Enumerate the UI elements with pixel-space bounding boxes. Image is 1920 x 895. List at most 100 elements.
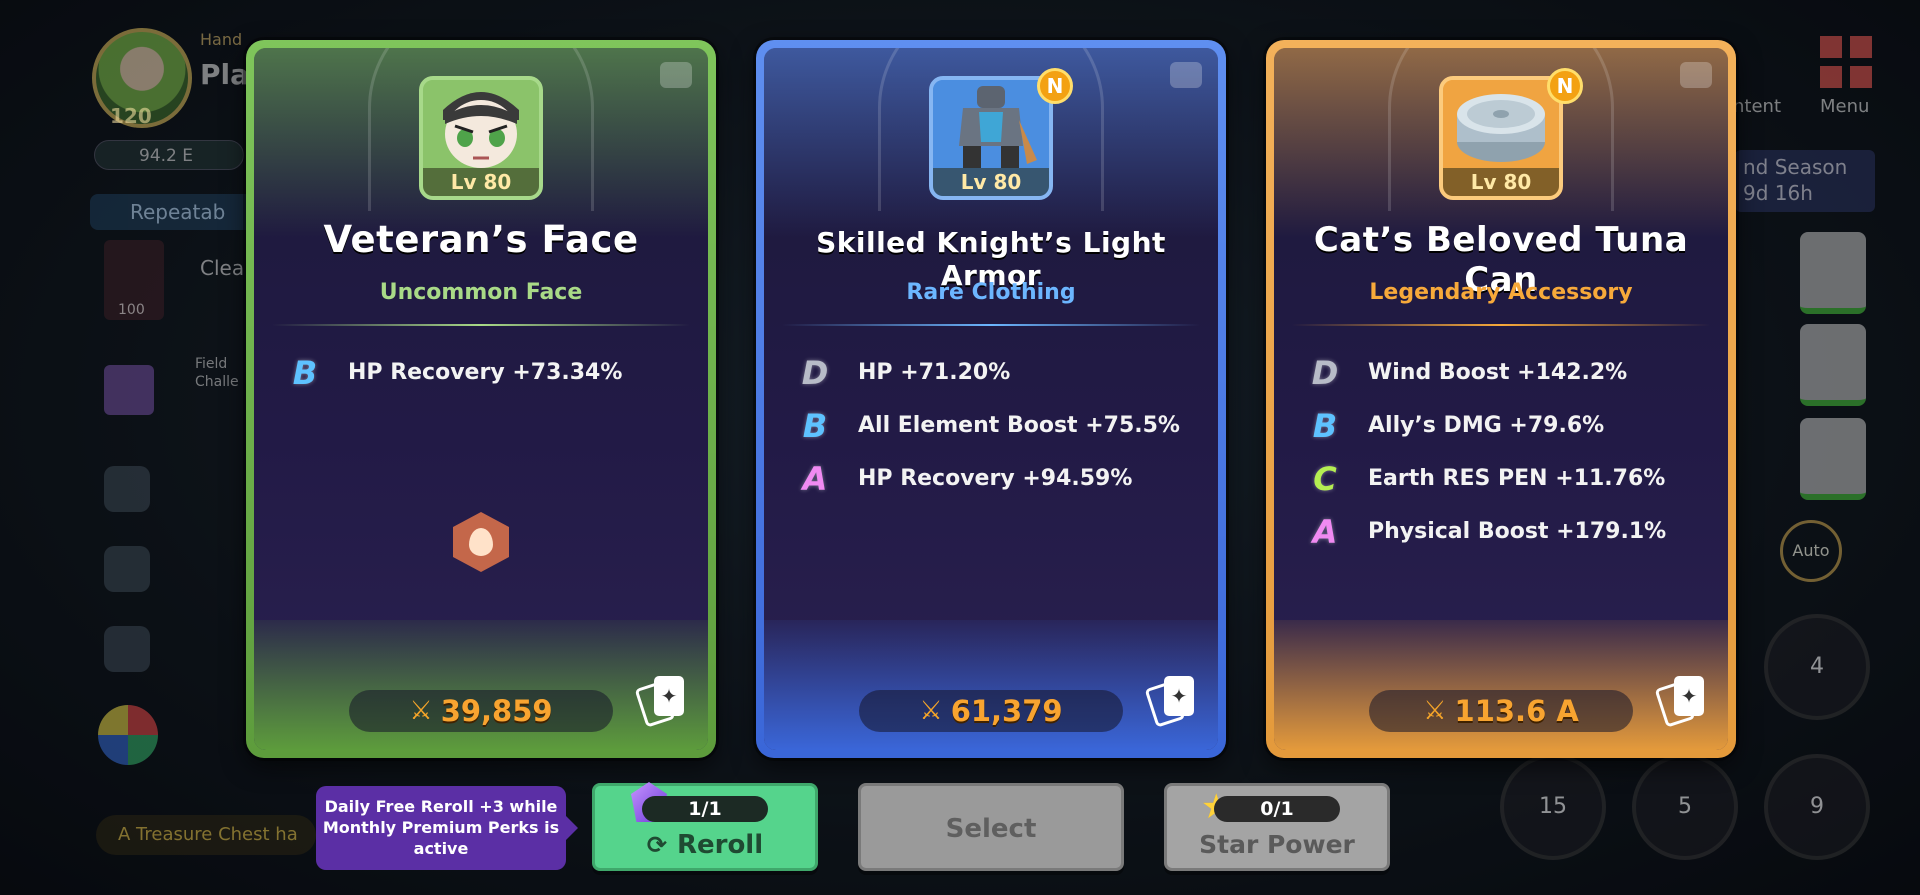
- field-challenge-text: Field Challe: [195, 355, 239, 391]
- combat-power-value: 39,859: [440, 694, 553, 728]
- equipment-card-face[interactable]: Lv 80 Veteran’s Face Uncommon Face B HP …: [246, 40, 716, 758]
- card-divider: [782, 324, 1200, 326]
- reroll-counter: 1/1: [642, 796, 768, 822]
- stat-text: HP +71.20%: [858, 360, 1011, 385]
- stat-text: Earth RES PEN +11.76%: [1368, 466, 1666, 491]
- select-label: Select: [945, 814, 1037, 844]
- treasure-chest-notice[interactable]: A Treasure Chest ha: [96, 815, 316, 855]
- party-hero-3[interactable]: [1800, 418, 1866, 500]
- stat-row: A Physical Boost +179.1%: [1308, 505, 1708, 558]
- stat-grade: B: [292, 353, 318, 392]
- equipment-card-accessory[interactable]: Lv 80 N Cat’s Beloved Tuna Can Legendary…: [1266, 40, 1736, 758]
- color-wheel-icon[interactable]: [98, 705, 158, 765]
- season-title: nd Season: [1743, 155, 1848, 179]
- player-tag: Hand: [200, 30, 243, 49]
- chest-icon[interactable]: [104, 546, 150, 592]
- combat-power-value: 113.6 A: [1454, 694, 1579, 728]
- stat-row: A HP Recovery +94.59%: [798, 452, 1198, 505]
- camera-icon[interactable]: [104, 626, 150, 672]
- card-body: Lv 80 N Cat’s Beloved Tuna Can Legendary…: [1274, 48, 1728, 750]
- skill-button-4[interactable]: 9: [1764, 754, 1870, 860]
- party-hero-2[interactable]: [1800, 324, 1866, 406]
- book-icon[interactable]: [104, 466, 150, 512]
- player-level: 120: [110, 104, 152, 128]
- stat-row: B Ally’s DMG +79.6%: [1308, 399, 1708, 452]
- stat-list: D Wind Boost +142.2% B Ally’s DMG +79.6%…: [1308, 346, 1708, 558]
- stat-row: B HP Recovery +73.34%: [288, 346, 688, 399]
- reroll-label: Reroll: [676, 830, 764, 860]
- skill-button-3[interactable]: 5: [1632, 754, 1738, 860]
- gift-icon[interactable]: [104, 365, 154, 415]
- fire-element-icon: [453, 512, 509, 572]
- reroll-button[interactable]: 1/1 ⟳ Reroll: [592, 782, 818, 871]
- crossed-swords-icon: ⚔: [1423, 696, 1447, 726]
- item-title: Veteran’s Face: [323, 218, 639, 261]
- stat-grade: D: [1311, 353, 1339, 392]
- accessory-slot-icon: [1680, 62, 1712, 88]
- skill-button-1[interactable]: 4: [1764, 614, 1870, 720]
- face-slot-icon: [660, 62, 692, 88]
- item-rarity-type: Rare Clothing: [906, 280, 1076, 305]
- quest-clear-text: Clea: [200, 256, 245, 280]
- stat-row: B All Element Boost +75.5%: [798, 399, 1198, 452]
- stat-grade: A: [1312, 512, 1338, 551]
- stat-grade: D: [801, 353, 829, 392]
- card-divider: [1292, 324, 1710, 326]
- item-rarity-type: Legendary Accessory: [1369, 280, 1633, 305]
- repeatable-quest-header[interactable]: Repeatab: [90, 194, 260, 230]
- knight-armor-icon: [933, 80, 1049, 172]
- card-swap-icon[interactable]: ✦: [634, 676, 684, 728]
- combat-power-pill: ⚔ 39,859: [349, 690, 613, 732]
- stat-text: All Element Boost +75.5%: [858, 413, 1180, 438]
- card-body: Lv 80 N Skilled Knight’s Light Armor Rar…: [764, 48, 1218, 750]
- reroll-label-row: ⟳ Reroll: [595, 830, 815, 860]
- crossed-swords-icon: ⚔: [409, 696, 433, 726]
- stat-grade: B: [802, 406, 828, 445]
- equipment-card-clothing[interactable]: Lv 80 N Skilled Knight’s Light Armor Rar…: [756, 40, 1226, 758]
- combat-power-readout: 94.2 E: [94, 140, 244, 170]
- content-label: ntent: [1733, 96, 1782, 117]
- card-swap-icon[interactable]: ✦: [1654, 676, 1704, 728]
- party-hero-1[interactable]: [1800, 232, 1866, 314]
- item-rarity-type: Uncommon Face: [379, 280, 583, 305]
- item-level: Lv 80: [933, 168, 1049, 196]
- item-level: Lv 80: [423, 168, 539, 196]
- stat-list: D HP +71.20% B All Element Boost +75.5% …: [798, 346, 1198, 505]
- field-text-line1: Field: [195, 356, 228, 372]
- stat-grade: B: [1312, 406, 1338, 445]
- card-swap-icon[interactable]: ✦: [1144, 676, 1194, 728]
- skill-button-2[interactable]: 15: [1500, 754, 1606, 860]
- star-power-counter: 0/1: [1214, 796, 1340, 822]
- stat-text: Ally’s DMG +79.6%: [1368, 413, 1605, 438]
- stat-row: D HP +71.20%: [798, 346, 1198, 399]
- veteran-face-icon: [423, 80, 539, 172]
- item-level: Lv 80: [1443, 168, 1559, 196]
- player-name: Pla: [200, 58, 250, 91]
- menu-icon[interactable]: [1820, 36, 1872, 88]
- stat-text: HP Recovery +73.34%: [348, 360, 623, 385]
- armor-slot-icon: [1170, 62, 1202, 88]
- stat-text: Physical Boost +179.1%: [1368, 519, 1667, 544]
- card-body: Lv 80 Veteran’s Face Uncommon Face B HP …: [254, 48, 708, 750]
- season-timer: 9d 16h: [1743, 181, 1813, 205]
- combat-power-pill: ⚔ 61,379: [859, 690, 1123, 732]
- select-button[interactable]: Select: [858, 783, 1124, 871]
- refresh-icon: ⟳: [646, 831, 667, 859]
- stat-text: Wind Boost +142.2%: [1368, 360, 1628, 385]
- item-portrait: Lv 80: [1439, 76, 1563, 200]
- stat-grade: A: [802, 459, 828, 498]
- auto-toggle[interactable]: Auto: [1780, 520, 1842, 582]
- star-power-button[interactable]: ★ 0/1 Star Power: [1164, 783, 1390, 871]
- stat-row: C Earth RES PEN +11.76%: [1308, 452, 1708, 505]
- item-portrait: Lv 80: [419, 76, 543, 200]
- combat-power-pill: ⚔ 113.6 A: [1369, 690, 1633, 732]
- new-badge: N: [1547, 68, 1583, 104]
- reroll-bonus-tooltip: Daily Free Reroll +3 while Monthly Premi…: [316, 786, 578, 870]
- season-banner[interactable]: nd Season 9d 16h: [1735, 150, 1875, 212]
- crossed-swords-icon: ⚔: [919, 696, 943, 726]
- stat-grade: C: [1313, 459, 1337, 498]
- star-power-label: Star Power: [1199, 830, 1355, 859]
- new-badge: N: [1037, 68, 1073, 104]
- field-text-line2: Challe: [195, 374, 239, 390]
- combat-power-value: 61,379: [950, 694, 1063, 728]
